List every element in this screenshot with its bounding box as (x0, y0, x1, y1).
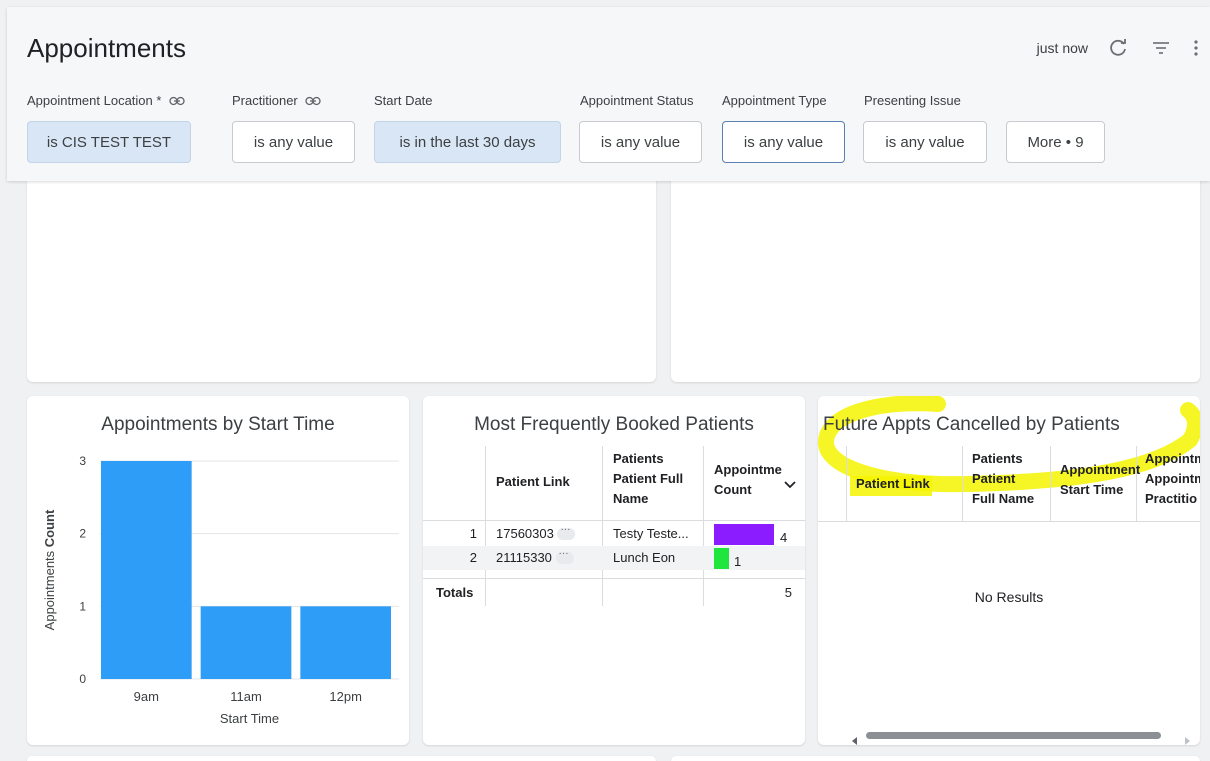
patients-table-title: Most Frequently Booked Patients (474, 414, 754, 435)
patient-link-cell[interactable]: 17560303 (496, 524, 576, 541)
filter-label-practitioner: Practitioner (232, 93, 322, 109)
x-tick-label: 12pm (329, 689, 362, 704)
count-value: 4 (780, 530, 788, 545)
bar-chart: 0 1 2 3 9am 11am 12pm Start Time Appointments Co… (42, 454, 399, 726)
patient-name-cell: Testy Teste... (613, 526, 689, 541)
page-title: Appointments (27, 33, 186, 63)
header-divider (423, 520, 805, 521)
patient-name-cell: Lunch Eon (613, 550, 676, 565)
header-appointment-count[interactable]: Appointme Count (714, 460, 782, 500)
scroll-right-icon[interactable] (1184, 732, 1190, 745)
lower-left-tile (27, 756, 656, 761)
y-tick-label: 3 (79, 454, 86, 468)
filter-label-start-date: Start Date (374, 93, 433, 108)
lower-right-tile (671, 756, 1200, 761)
cancelled-table-title: Future Appts Cancelled by Patients (823, 414, 1120, 435)
upper-left-tile (27, 160, 656, 382)
y-tick-label: 2 (79, 527, 86, 541)
totals-row: Totals 5 (423, 582, 805, 604)
link-icon (305, 94, 322, 109)
bar (101, 461, 192, 679)
more-vert-icon[interactable] (1192, 37, 1200, 59)
chevron-down-icon[interactable] (784, 476, 796, 494)
y-tick-label: 1 (79, 599, 86, 613)
link-icon (169, 94, 185, 109)
column-divider (962, 446, 963, 522)
filter-presenting-issue[interactable]: is any value (863, 121, 987, 163)
patients-table-tile: Most Frequently Booked Patients Patient … (423, 396, 805, 745)
cancelled-table-tile: Future Appts Cancelled by Patients Patie… (818, 396, 1200, 745)
table-row[interactable]: 2 21115330 Lunch Eon 1 (423, 546, 805, 570)
count-bar (714, 524, 774, 545)
row-number: 2 (469, 550, 477, 565)
header-patient-link[interactable]: Patient Link (496, 472, 570, 492)
last-updated-text: just now (1036, 40, 1088, 56)
filter-label-type: Appointment Type (722, 93, 827, 108)
filter-status[interactable]: is any value (579, 121, 702, 163)
totals-label: Totals (436, 585, 474, 600)
more-icon[interactable] (557, 524, 576, 540)
table-row[interactable]: 1 17560303 Testy Teste... 4 (423, 522, 805, 546)
bar (300, 606, 391, 679)
column-divider (846, 446, 847, 522)
row-number: 1 (469, 526, 477, 541)
x-axis-label: Start Time (220, 711, 279, 726)
totals-count: 5 (784, 585, 792, 600)
filter-practitioner[interactable]: is any value (232, 121, 355, 163)
totals-divider (423, 578, 805, 579)
header-appointment-practitioner[interactable]: Appointm Appointm Practitio (1145, 449, 1200, 509)
filter-type[interactable]: is any value (722, 121, 845, 163)
more-filters-button[interactable]: More • 9 (1006, 121, 1105, 163)
header-actions: just now (1037, 37, 1200, 59)
filter-icon[interactable] (1150, 37, 1172, 59)
start-time-chart-tile: Appointments by Start Time 0 1 2 3 9am 11am 12… (27, 396, 409, 745)
filter-label-presenting-issue: Presenting Issue (864, 93, 961, 108)
header-patient-name[interactable]: Patients Patient Full Name (972, 449, 1034, 509)
y-tick-label: 0 (79, 672, 86, 686)
refresh-icon[interactable] (1108, 37, 1130, 59)
more-icon[interactable] (555, 548, 574, 564)
filter-label-location: Appointment Location * (27, 93, 185, 109)
count-bar (714, 548, 729, 569)
count-value: 1 (734, 554, 742, 569)
header-patient-name[interactable]: Patients Patient Full Name (613, 449, 683, 509)
header-divider (818, 521, 1200, 522)
x-tick-label: 9am (134, 689, 159, 704)
filter-label-status: Appointment Status (580, 93, 694, 108)
column-divider (1050, 446, 1051, 522)
scrollbar-thumb[interactable] (866, 732, 1161, 739)
upper-right-tile (671, 160, 1200, 382)
no-results-text: No Results (974, 589, 1044, 605)
header-patient-link[interactable]: Patient Link (856, 474, 930, 494)
filter-location[interactable]: is CIS TEST TEST (27, 121, 191, 163)
patient-link-cell[interactable]: 21115330 (496, 548, 574, 565)
filter-start-date[interactable]: is in the last 30 days (374, 121, 561, 163)
y-axis-label: Appointments Count (42, 509, 57, 630)
header-appointment-start[interactable]: Appointment Start Time (1060, 460, 1140, 500)
scroll-left-icon[interactable] (852, 732, 858, 745)
dashboard-header: Appointments just now Appointment Locati… (7, 7, 1210, 181)
horizontal-scrollbar[interactable] (846, 730, 1196, 745)
x-tick-label: 11am (230, 689, 262, 704)
bar (200, 606, 292, 679)
